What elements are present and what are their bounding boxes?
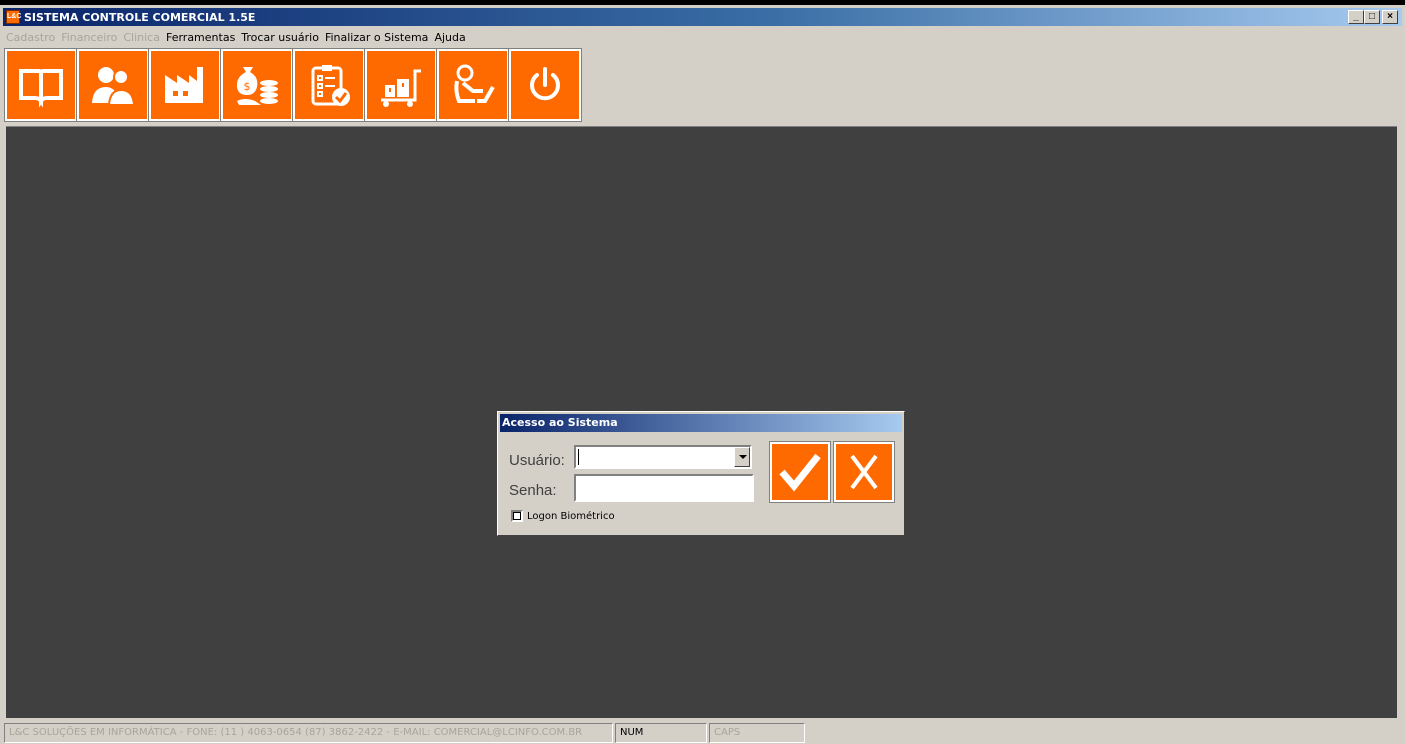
status-caps-panel: CAPS: [709, 722, 805, 743]
toolbar-cadastro-button[interactable]: [4, 48, 78, 122]
login-dialog: Acesso ao Sistema Usuário: Senha: Logon …: [497, 411, 905, 536]
status-info-panel: L&C SOLUÇÕES EM INFORMÁTICA - FONE: (11 …: [4, 722, 613, 743]
checkmark-icon: [779, 453, 821, 492]
svg-text:$: $: [244, 80, 251, 93]
user-combobox[interactable]: [574, 445, 752, 469]
book-icon: [19, 69, 63, 108]
close-icon: [850, 454, 878, 490]
restore-button[interactable]: □: [1364, 10, 1380, 24]
user-label: Usuário:: [509, 452, 565, 469]
window-controls: _ □ ×: [1348, 10, 1398, 24]
menu-financeiro[interactable]: Financeiro: [58, 31, 120, 44]
money-icon: $: [236, 67, 278, 105]
toolbar-clientes-button[interactable]: [76, 48, 150, 122]
cart-icon: [381, 69, 421, 107]
password-field[interactable]: [574, 474, 754, 502]
title-bar[interactable]: L&C SISTEMA CONTROLE COMERCIAL 1.5E _ □ …: [3, 8, 1402, 26]
menu-ajuda[interactable]: Ajuda: [431, 31, 468, 44]
status-num-panel: NUM: [615, 722, 707, 743]
toolbar-sair-button[interactable]: [508, 48, 582, 122]
status-bar: L&C SOLUÇÕES EM INFORMÁTICA - FONE: (11 …: [0, 721, 1405, 744]
biometric-label: Logon Biométrico: [527, 510, 615, 522]
menu-finalizar-sistema[interactable]: Finalizar o Sistema: [322, 31, 431, 44]
user-computer-icon: [454, 64, 495, 103]
toolbar-estoque-button[interactable]: [364, 48, 438, 122]
factory-icon: [165, 67, 203, 103]
window-title: SISTEMA CONTROLE COMERCIAL 1.5E: [24, 10, 256, 24]
chevron-down-icon[interactable]: [734, 447, 750, 467]
biometric-checkbox[interactable]: [511, 510, 523, 522]
main-window: L&C SISTEMA CONTROLE COMERCIAL 1.5E _ □ …: [0, 5, 1405, 744]
app-icon: L&C: [6, 10, 21, 24]
menu-cadastro[interactable]: Cadastro: [3, 31, 58, 44]
people-icon: [92, 67, 136, 106]
checklist-icon: [311, 65, 350, 106]
confirm-button[interactable]: [769, 441, 831, 503]
close-button[interactable]: ×: [1382, 10, 1398, 24]
power-icon: [530, 67, 560, 101]
dialog-title[interactable]: Acesso ao Sistema: [500, 414, 902, 432]
biometric-logon-row: Logon Biométrico: [511, 510, 615, 522]
menu-ferramentas[interactable]: Ferramentas: [163, 31, 238, 44]
password-label: Senha:: [509, 482, 557, 499]
toolbar-fornecedores-button[interactable]: [148, 48, 222, 122]
toolbar-tarefas-button[interactable]: [292, 48, 366, 122]
text-caret: [578, 449, 579, 465]
toolbar: $: [4, 48, 582, 125]
menu-bar: Cadastro Financeiro Clinica Ferramentas …: [3, 28, 469, 46]
minimize-button[interactable]: _: [1348, 10, 1364, 24]
menu-trocar-usuario[interactable]: Trocar usuário: [238, 31, 322, 44]
menu-clinica[interactable]: Clinica: [120, 31, 163, 44]
cancel-button[interactable]: [833, 441, 895, 503]
toolbar-financeiro-button[interactable]: $: [220, 48, 294, 122]
toolbar-atendimento-button[interactable]: [436, 48, 510, 122]
